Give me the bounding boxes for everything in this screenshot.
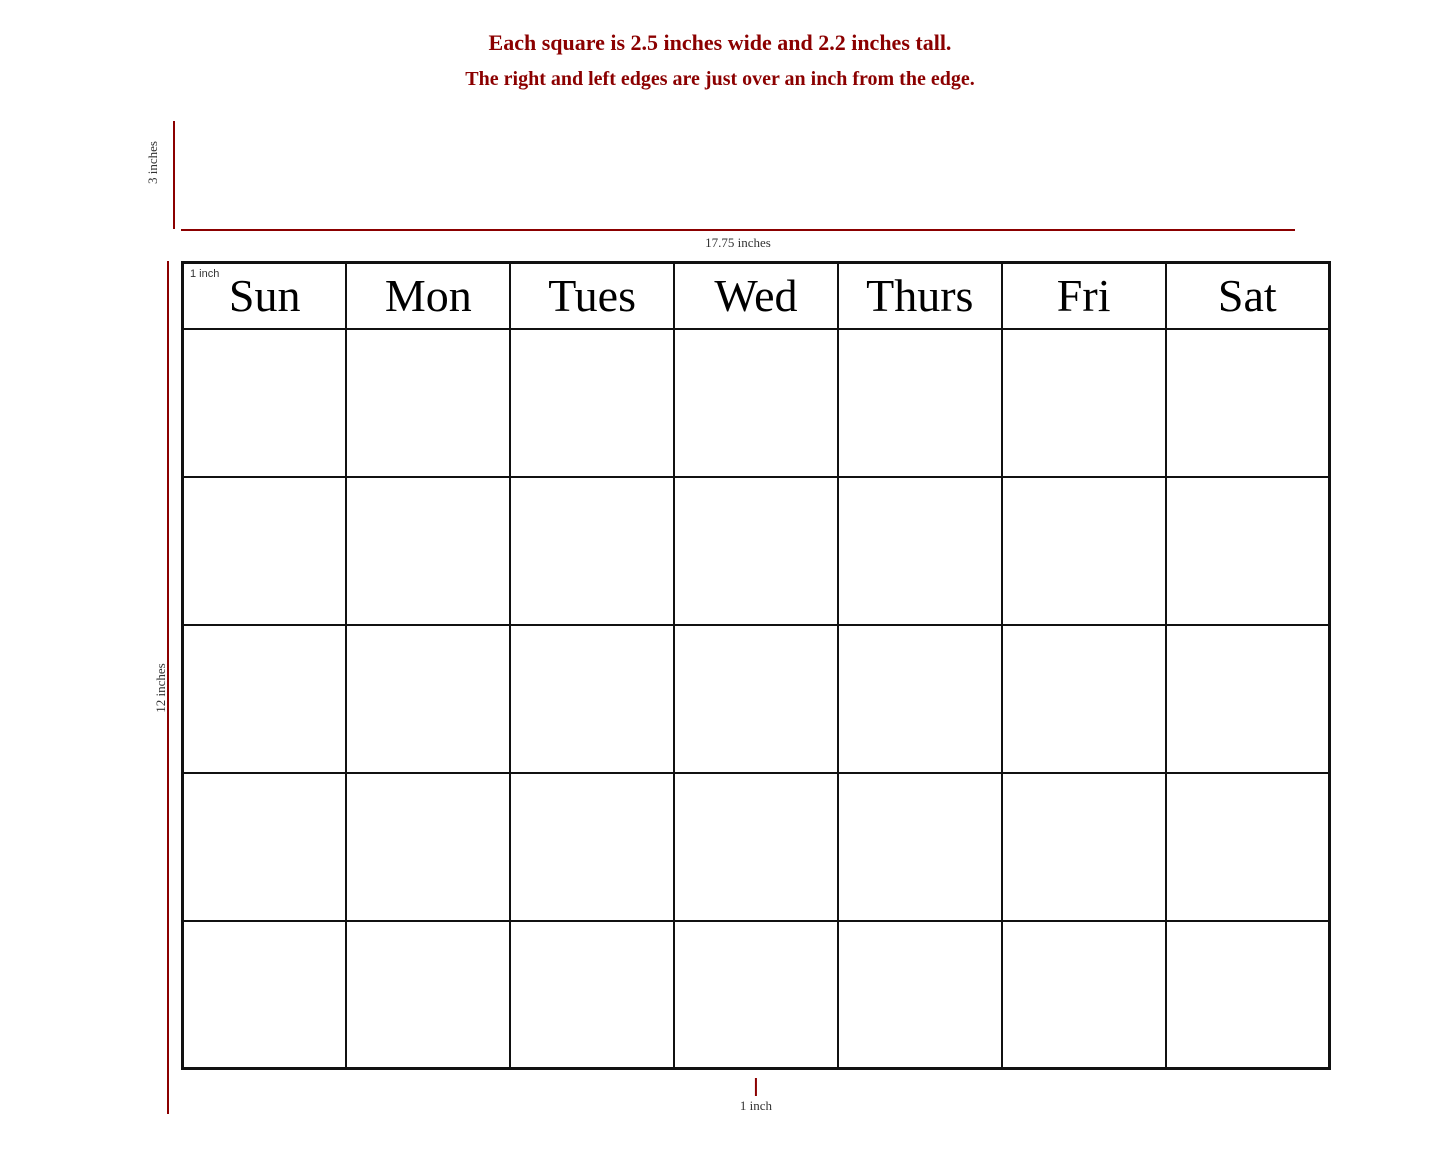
- day-label-sun: Sun: [229, 270, 301, 321]
- bottom-inch-label: 1 inch: [740, 1098, 772, 1114]
- table-cell: [838, 625, 1002, 773]
- horizontal-measure: 17.75 inches: [181, 229, 1295, 251]
- bottom-measure: 1 inch: [740, 1078, 772, 1114]
- table-cell: [674, 773, 838, 921]
- table-cell: [674, 921, 838, 1069]
- table-cell: [1002, 477, 1166, 625]
- table-cell: [1166, 773, 1330, 921]
- header-tues: Tues: [510, 263, 674, 329]
- table-cell: [838, 329, 1002, 477]
- main-content-area: 17.75 inches 12 inches 1 inch Sun: [181, 229, 1295, 1114]
- horizontal-label: 17.75 inches: [705, 235, 771, 251]
- header-mon: Mon: [346, 263, 510, 329]
- table-cell: [183, 329, 347, 477]
- day-label-thurs: Thurs: [866, 270, 973, 321]
- description-area: Each square is 2.5 inches wide and 2.2 i…: [465, 20, 974, 91]
- bottom-tick-line: [755, 1078, 757, 1096]
- table-cell: [1002, 921, 1166, 1069]
- table-cell: [183, 477, 347, 625]
- table-cell: [1166, 625, 1330, 773]
- table-row: [183, 477, 1330, 625]
- corner-inch-label: 1 inch: [190, 268, 219, 280]
- day-label-wed: Wed: [714, 270, 797, 321]
- description-line2: The right and left edges are just over a…: [465, 68, 974, 91]
- table-row: [183, 625, 1330, 773]
- table-cell: [1166, 921, 1330, 1069]
- table-cell: [674, 477, 838, 625]
- table-cell: [510, 773, 674, 921]
- table-cell: [510, 921, 674, 1069]
- header-wed: Wed: [674, 263, 838, 329]
- day-label-tues: Tues: [548, 270, 636, 321]
- table-cell: [346, 329, 510, 477]
- table-cell: [1166, 329, 1330, 477]
- twelve-inches-label: 12 inches: [153, 663, 169, 712]
- diagram-area: 3 inches 17.75 inches 12 inches: [145, 121, 1295, 1114]
- table-cell: [1002, 625, 1166, 773]
- day-label-mon: Mon: [385, 270, 472, 321]
- table-cell: [183, 773, 347, 921]
- table-row: [183, 921, 1330, 1069]
- calendar-header-row: 1 inch Sun Mon Tues Wed: [183, 263, 1330, 329]
- table-cell: [346, 625, 510, 773]
- table-cell: [183, 921, 347, 1069]
- header-thurs: Thurs: [838, 263, 1002, 329]
- table-cell: [346, 477, 510, 625]
- table-cell: [1002, 773, 1166, 921]
- day-label-fri: Fri: [1057, 270, 1111, 321]
- day-label-sat: Sat: [1218, 270, 1277, 321]
- table-cell: [838, 921, 1002, 1069]
- table-row: [183, 329, 1330, 477]
- table-cell: [838, 773, 1002, 921]
- horizontal-line: [181, 229, 1295, 231]
- header-sat: Sat: [1166, 263, 1330, 329]
- table-cell: [183, 625, 347, 773]
- three-inches-label: 3 inches: [145, 141, 161, 184]
- table-cell: [674, 625, 838, 773]
- calendar-outer: 12 inches 1 inch Sun Mon: [181, 261, 1331, 1114]
- calendar-table: 1 inch Sun Mon Tues Wed: [181, 261, 1331, 1070]
- description-line1: Each square is 2.5 inches wide and 2.2 i…: [465, 30, 974, 56]
- table-cell: [510, 477, 674, 625]
- calendar-body: [183, 329, 1330, 1069]
- table-cell: [1002, 329, 1166, 477]
- table-cell: [510, 329, 674, 477]
- table-cell: [346, 921, 510, 1069]
- table-row: [183, 773, 1330, 921]
- header-sun: 1 inch Sun: [183, 263, 347, 329]
- header-fri: Fri: [1002, 263, 1166, 329]
- table-cell: [838, 477, 1002, 625]
- table-cell: [346, 773, 510, 921]
- table-cell: [674, 329, 838, 477]
- page-container: Each square is 2.5 inches wide and 2.2 i…: [120, 20, 1320, 1114]
- table-cell: [1166, 477, 1330, 625]
- table-cell: [510, 625, 674, 773]
- vertical-3inch-line: [173, 121, 175, 229]
